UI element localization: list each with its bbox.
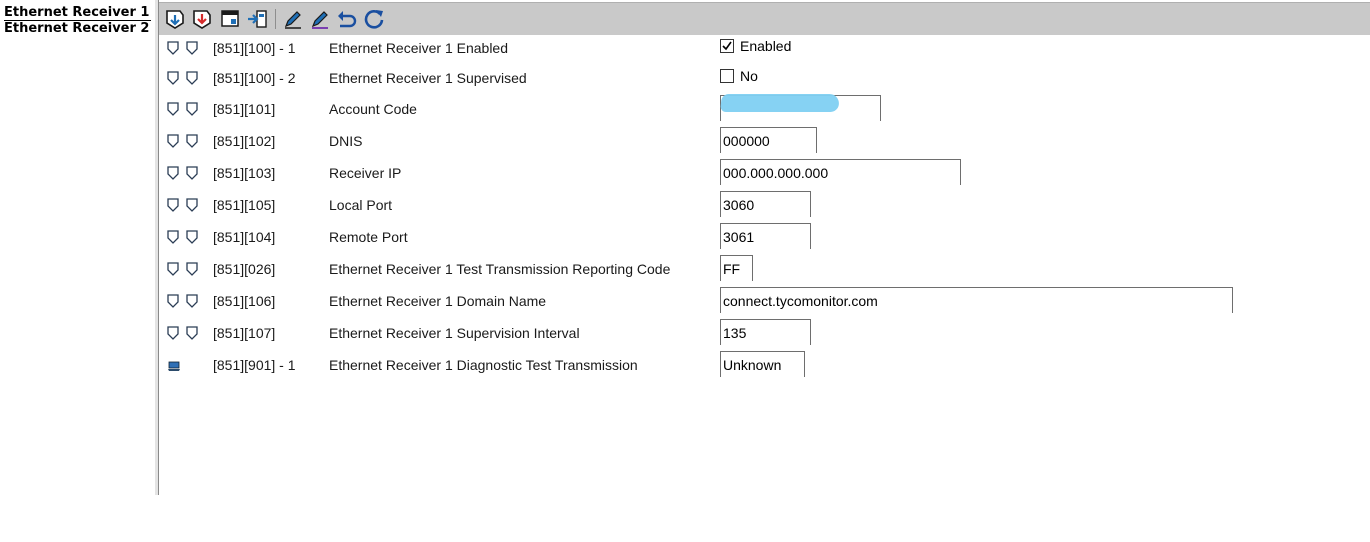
upload-icon[interactable] <box>191 8 213 30</box>
setting-row: [851][026] Ethernet Receiver 1 Test Trans… <box>159 255 1370 283</box>
section-tree: Ethernet Receiver 1 Ethernet Receiver 2 <box>0 0 156 495</box>
shield-icon[interactable] <box>167 198 179 212</box>
shield-icon[interactable] <box>167 230 179 244</box>
setting-label: DNIS <box>329 133 363 149</box>
window-icon[interactable] <box>219 8 241 30</box>
tree-item-ethernet-receiver-1[interactable]: Ethernet Receiver 1 <box>4 5 152 21</box>
setting-label: Account Code <box>329 101 417 117</box>
setting-code: [851][100] - 2 <box>213 70 296 86</box>
setting-code: [851][107] <box>213 325 276 341</box>
setting-label: Local Port <box>329 197 393 213</box>
checkbox-empty-icon[interactable] <box>720 69 734 83</box>
toolbar-separator <box>275 9 276 29</box>
setting-code: [851][026] <box>213 261 276 277</box>
setting-code: [851][901] - 1 <box>213 357 296 373</box>
transfer-icon[interactable] <box>246 8 268 30</box>
setting-code: [851][100] - 1 <box>213 40 296 56</box>
setting-code: [851][104] <box>213 229 276 245</box>
redaction-mark <box>720 94 840 112</box>
setting-row: [851][901] - 1 Ethernet Receiver 1 Diagno… <box>159 351 1370 379</box>
setting-label: Ethernet Receiver 1 Test Transmission Re… <box>329 261 671 277</box>
shield-icon[interactable] <box>167 294 179 308</box>
edit-pencil-icon[interactable] <box>282 8 304 30</box>
setting-label: Remote Port <box>329 229 408 245</box>
shield-outline-icon[interactable] <box>186 294 198 308</box>
setting-row: [851][101] Account Code <box>159 94 1370 123</box>
shield-outline-icon[interactable] <box>186 326 198 340</box>
setting-label: Receiver IP <box>329 165 402 181</box>
edit-pencil-alt-icon[interactable] <box>309 8 331 30</box>
checkbox-checked-icon[interactable] <box>720 39 734 53</box>
download-icon[interactable] <box>164 8 186 30</box>
setting-row: [851][107] Ethernet Receiver 1 Supervisio… <box>159 319 1370 347</box>
setting-input[interactable]: 3060 <box>720 191 811 217</box>
setting-row: [851][103] Receiver IP 000.000.000.000 <box>159 159 1370 187</box>
setting-row: [851][105] Local Port 3060 <box>159 191 1370 219</box>
shield-outline-icon[interactable] <box>186 230 198 244</box>
setting-code: [851][105] <box>213 197 276 213</box>
setting-input[interactable]: 3061 <box>720 223 811 249</box>
shield-icon[interactable] <box>167 71 179 85</box>
setting-input[interactable]: 000.000.000.000 <box>720 159 961 185</box>
setting-row: [851][104] Remote Port 3061 <box>159 223 1370 251</box>
setting-code: [851][106] <box>213 293 276 309</box>
refresh-icon[interactable] <box>363 8 385 30</box>
tree-item-ethernet-receiver-2[interactable]: Ethernet Receiver 2 <box>4 21 149 36</box>
setting-input[interactable]: Unknown <box>720 351 805 377</box>
setting-row: [851][100] - 1 Ethernet Receiver 1 Enable… <box>159 34 1370 62</box>
setting-code: [851][101] <box>213 101 276 117</box>
shield-icon[interactable] <box>167 41 179 55</box>
shield-outline-icon[interactable] <box>186 102 198 116</box>
shield-outline-icon[interactable] <box>186 134 198 148</box>
setting-row: [851][106] Ethernet Receiver 1 Domain Nam… <box>159 287 1370 315</box>
shield-icon[interactable] <box>167 262 179 276</box>
setting-input[interactable]: 135 <box>720 319 811 345</box>
setting-row: [851][102] DNIS 000000 <box>159 127 1370 155</box>
setting-label: Ethernet Receiver 1 Domain Name <box>329 293 547 309</box>
shield-icon[interactable] <box>167 326 179 340</box>
shield-outline-icon[interactable] <box>186 41 198 55</box>
checkbox-label: No <box>740 68 758 84</box>
setting-input[interactable]: FF <box>720 255 753 281</box>
setting-label: Ethernet Receiver 1 Enabled <box>329 40 508 56</box>
setting-row: [851][100] - 2 Ethernet Receiver 1 Superv… <box>159 64 1370 92</box>
setting-label: Ethernet Receiver 1 Supervision Interval <box>329 325 580 341</box>
shield-outline-icon[interactable] <box>186 71 198 85</box>
shield-icon[interactable] <box>167 134 179 148</box>
shield-outline-icon[interactable] <box>186 262 198 276</box>
shield-icon[interactable] <box>167 102 179 116</box>
shield-outline-icon[interactable] <box>186 166 198 180</box>
computer-icon <box>168 358 182 372</box>
shield-icon[interactable] <box>167 166 179 180</box>
setting-input[interactable]: 000000 <box>720 127 817 153</box>
shield-outline-icon[interactable] <box>186 198 198 212</box>
setting-label: Ethernet Receiver 1 Diagnostic Test Tran… <box>329 357 638 373</box>
main-panel: [851][100] - 1 Ethernet Receiver 1 Enable… <box>159 0 1370 495</box>
setting-code: [851][103] <box>213 165 276 181</box>
setting-code: [851][102] <box>213 133 276 149</box>
toolbar <box>159 2 1370 35</box>
checkbox-label: Enabled <box>740 38 792 54</box>
setting-input[interactable]: connect.tycomonitor.com <box>720 287 1233 313</box>
setting-label: Ethernet Receiver 1 Supervised <box>329 70 527 86</box>
undo-icon[interactable] <box>335 8 357 30</box>
setting-input[interactable] <box>720 94 881 121</box>
